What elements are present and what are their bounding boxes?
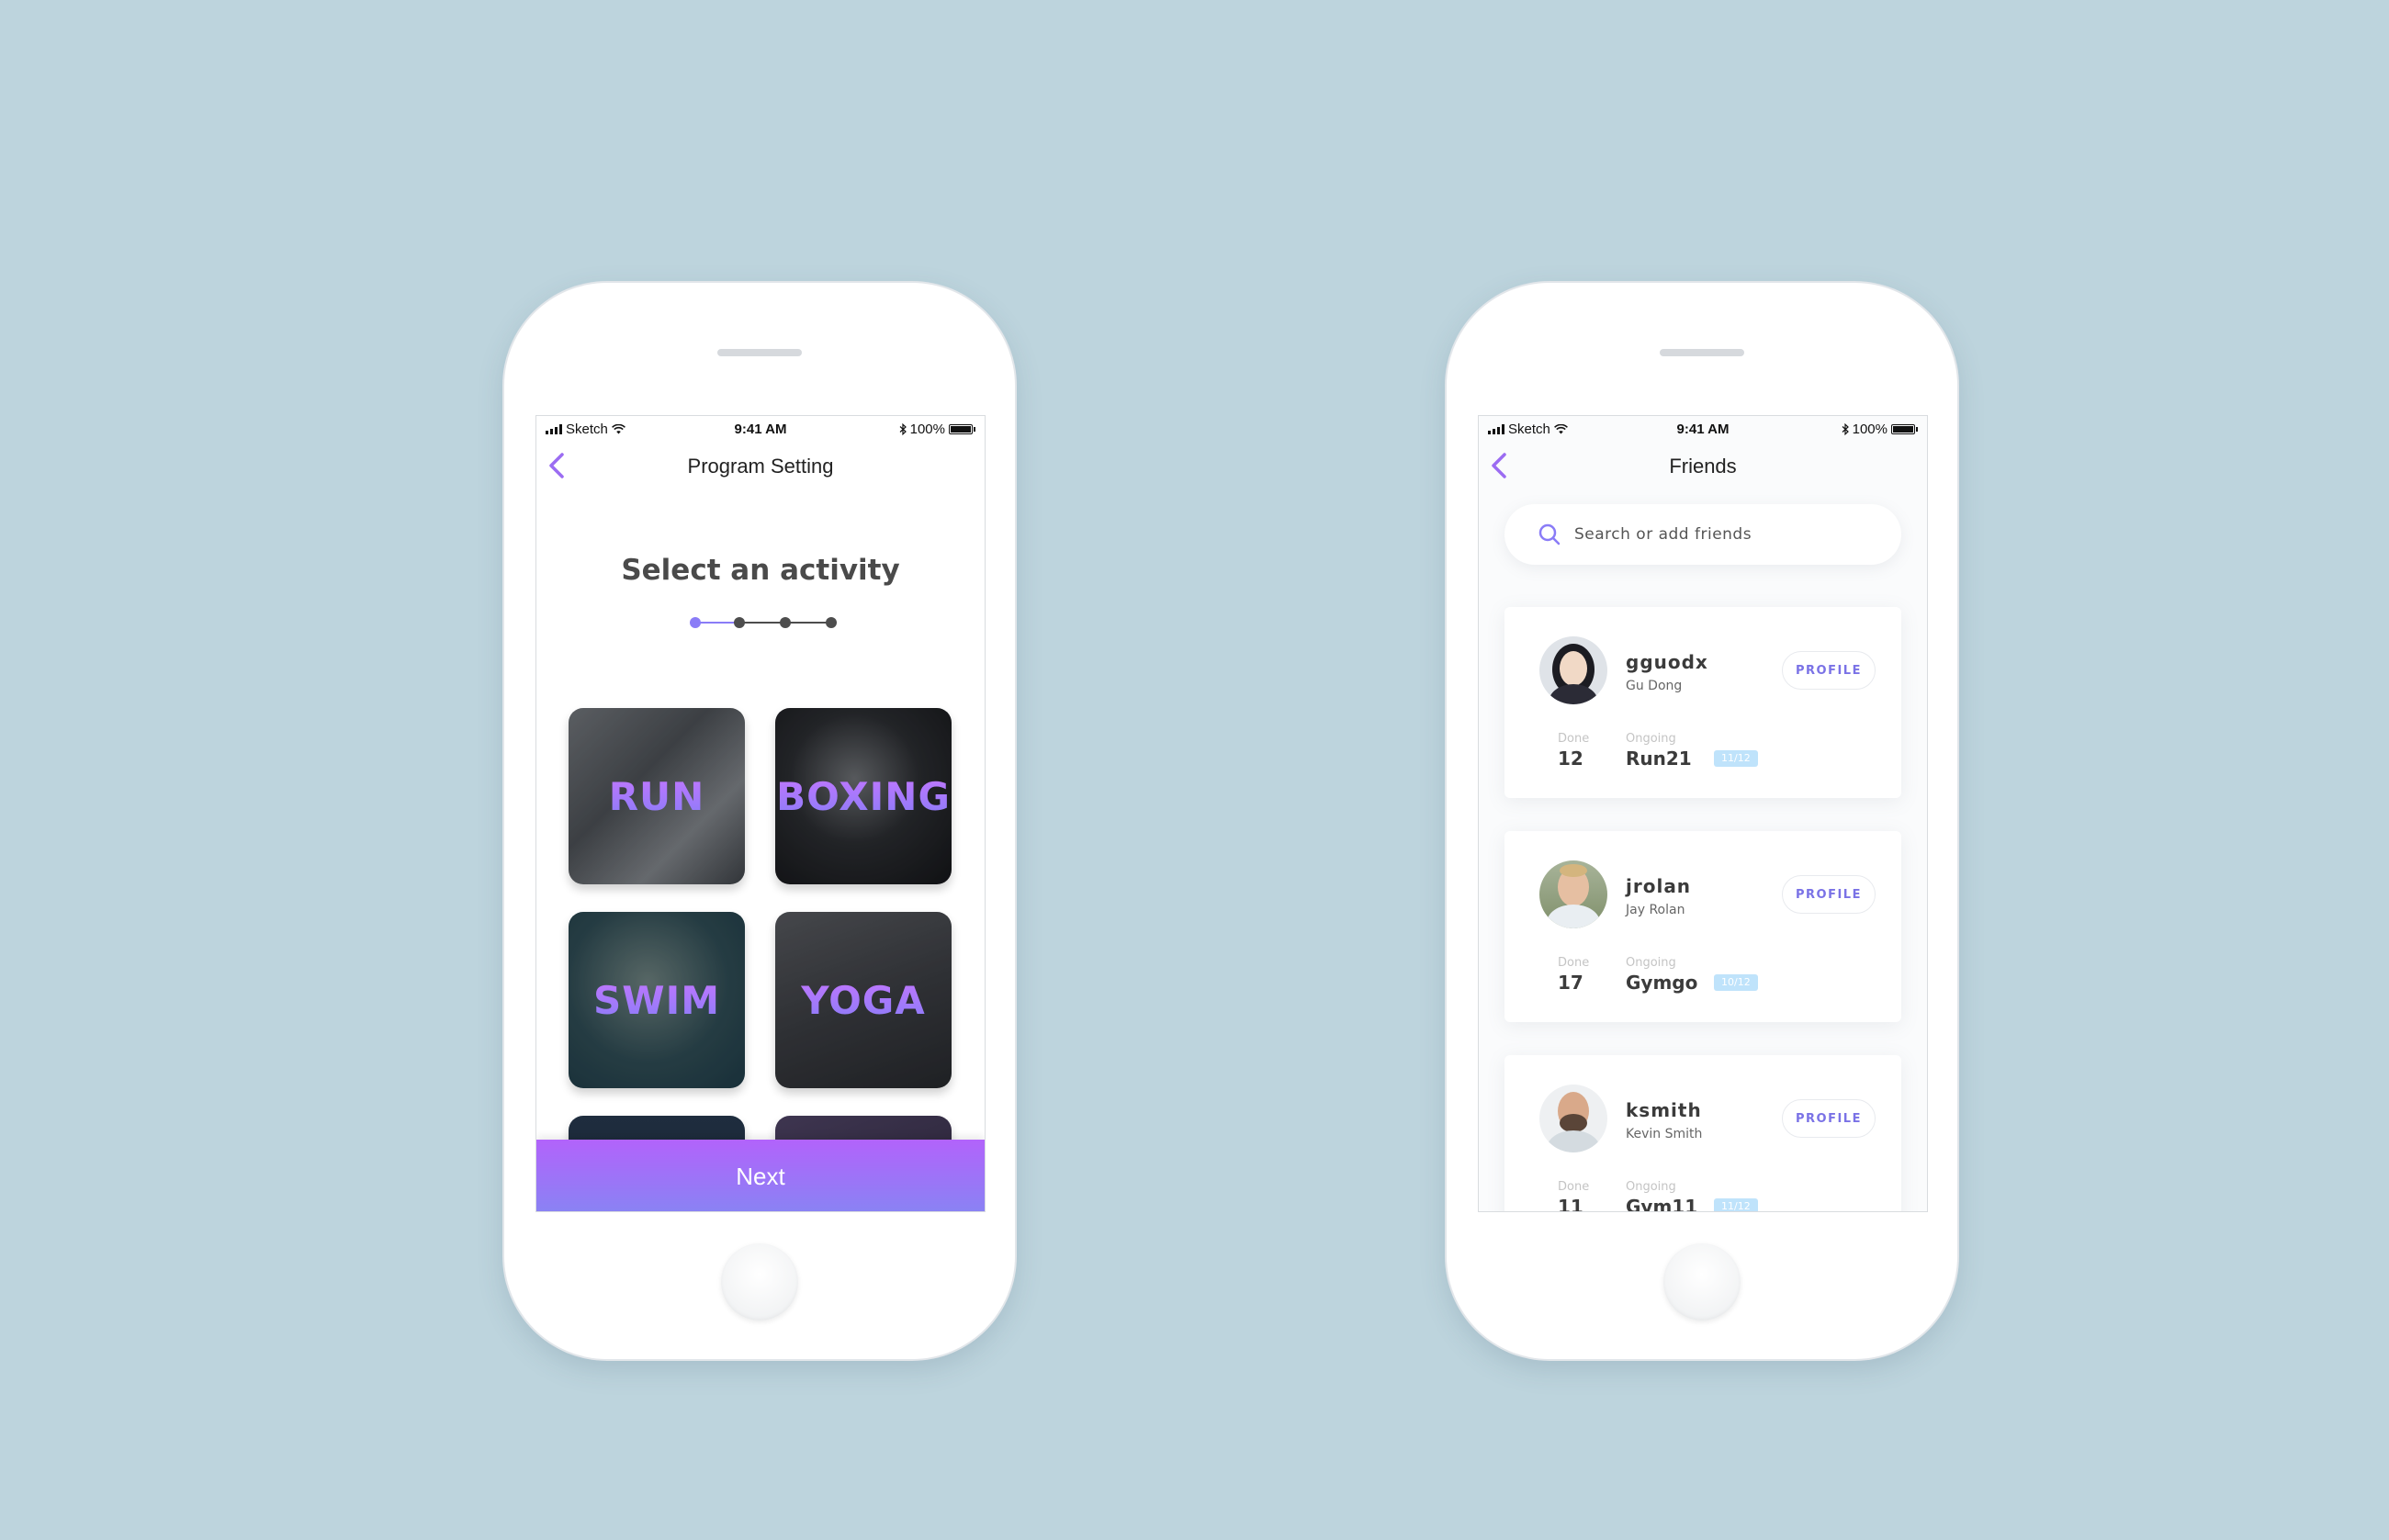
step-dot-3	[780, 617, 791, 628]
ongoing-label: Ongoing	[1626, 1180, 1676, 1194]
ongoing-program: Gym11	[1626, 1196, 1698, 1211]
profile-button[interactable]: PROFILE	[1782, 875, 1876, 914]
navigation-bar: Friends	[1479, 440, 1927, 495]
status-bar: Sketch 9:41 AM 100%	[536, 416, 985, 440]
done-label: Done	[1558, 956, 1590, 970]
navigation-bar: Program Setting	[536, 440, 985, 495]
activity-label: YOGA	[801, 977, 926, 1023]
activity-tile-yoga[interactable]: YOGA	[775, 912, 952, 1088]
step-dot-2	[734, 617, 745, 628]
done-count: 17	[1558, 972, 1583, 994]
battery-icon	[949, 424, 973, 434]
profile-button[interactable]: PROFILE	[1782, 1099, 1876, 1138]
home-button	[721, 1243, 798, 1321]
bluetooth-icon	[1842, 423, 1849, 435]
search-bar[interactable]	[1504, 504, 1901, 565]
friend-username: jrolan	[1626, 875, 1692, 897]
ongoing-program: Run21	[1626, 748, 1692, 770]
battery-icon	[1891, 424, 1915, 434]
phone-speaker	[717, 349, 802, 356]
ongoing-label: Ongoing	[1626, 732, 1676, 746]
progress-badge: 10/12	[1714, 974, 1758, 991]
profile-button[interactable]: PROFILE	[1782, 651, 1876, 690]
phone-speaker	[1660, 349, 1744, 356]
avatar[interactable]	[1539, 860, 1607, 928]
status-bar: Sketch 9:41 AM 100%	[1479, 416, 1927, 440]
progress-badge: 11/12	[1714, 750, 1758, 767]
activity-label: BOXING	[776, 773, 951, 819]
activity-tile-boxing[interactable]: BOXING	[775, 708, 952, 884]
friend-fullname: Gu Dong	[1626, 679, 1683, 693]
activity-tile-swim[interactable]: SWIM	[569, 912, 745, 1088]
ongoing-label: Ongoing	[1626, 956, 1676, 970]
step-dot-1	[690, 617, 701, 628]
friend-card: jrolan Jay Rolan PROFILE Done 17 Ongoing…	[1504, 831, 1901, 1022]
avatar[interactable]	[1539, 1085, 1607, 1152]
done-count: 12	[1558, 748, 1583, 770]
battery-percent: 100%	[1852, 422, 1888, 437]
page-title: Friends	[1669, 455, 1737, 478]
search-icon	[1538, 523, 1561, 545]
bluetooth-icon	[899, 423, 907, 435]
done-label: Done	[1558, 1180, 1590, 1194]
step-indicator	[690, 617, 837, 628]
battery-percent: 100%	[909, 422, 945, 437]
friend-card: gguodx Gu Dong PROFILE Done 12 Ongoing R…	[1504, 607, 1901, 798]
step-dot-4	[826, 617, 837, 628]
ongoing-program: Gymgo	[1626, 972, 1698, 994]
friend-username: gguodx	[1626, 651, 1708, 673]
friend-card: ksmith Kevin Smith PROFILE Done 11 Ongoi…	[1504, 1055, 1901, 1211]
search-input[interactable]	[1572, 524, 1879, 545]
phone-program-setting: Sketch 9:41 AM 100% Program Setting Sele…	[504, 283, 1015, 1359]
done-count: 11	[1558, 1196, 1583, 1211]
friend-fullname: Jay Rolan	[1626, 903, 1685, 917]
page-title: Program Setting	[687, 455, 834, 478]
friend-fullname: Kevin Smith	[1626, 1127, 1703, 1141]
activity-heading: Select an activity	[621, 554, 900, 587]
screen-program-setting: Sketch 9:41 AM 100% Program Setting Sele…	[536, 416, 985, 1211]
phone-friends: Sketch 9:41 AM 100% Friends Search or ad…	[1447, 283, 1957, 1359]
home-button	[1663, 1243, 1741, 1321]
avatar[interactable]	[1539, 636, 1607, 704]
activity-tile-run[interactable]: RUN	[569, 708, 745, 884]
friend-username: ksmith	[1626, 1099, 1702, 1121]
activity-label: RUN	[608, 773, 705, 819]
screen-friends: Sketch 9:41 AM 100% Friends Search or ad…	[1479, 416, 1927, 1211]
done-label: Done	[1558, 732, 1590, 746]
activity-label: SWIM	[593, 977, 720, 1023]
progress-badge: 11/12	[1714, 1198, 1758, 1211]
next-button[interactable]: Next	[536, 1140, 985, 1211]
